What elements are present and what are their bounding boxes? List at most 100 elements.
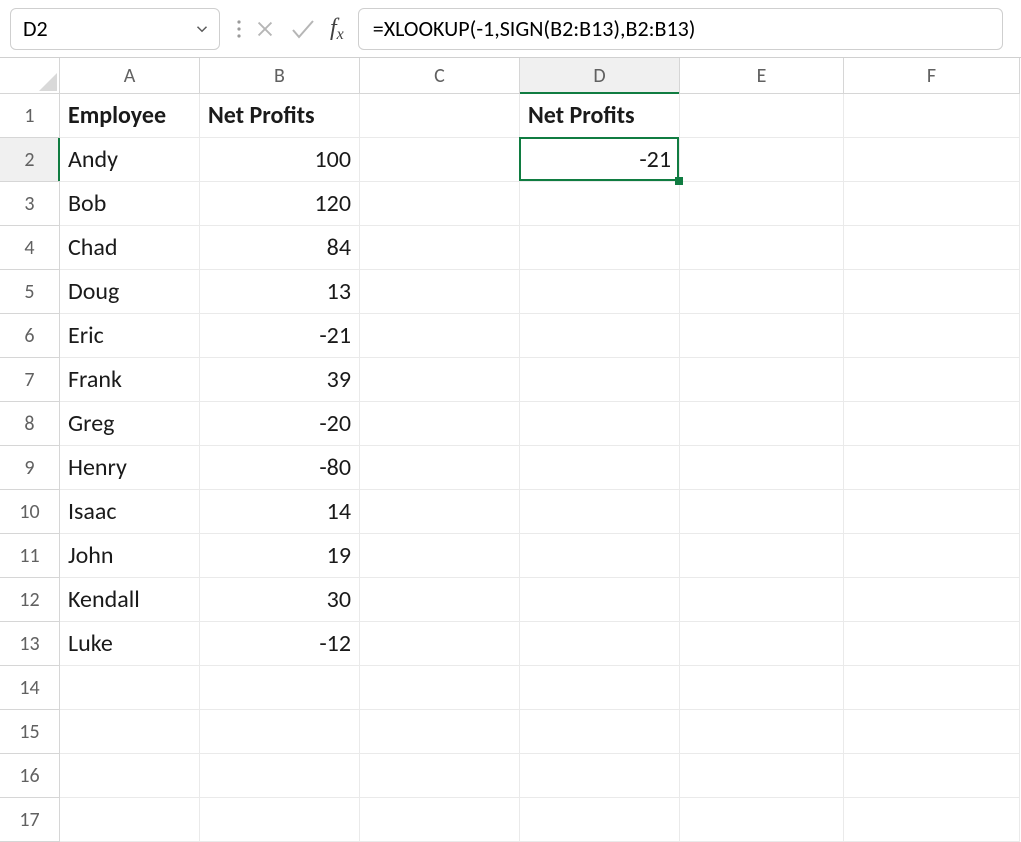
name-box-input[interactable] [23,15,173,42]
cell-F2[interactable] [844,138,1020,182]
cell-C15[interactable] [360,710,520,754]
cell-B14[interactable] [200,666,360,710]
fx-icon[interactable]: fx [330,15,344,42]
cell-F3[interactable] [844,182,1020,226]
cell-A5[interactable]: Doug [60,270,200,314]
col-header-C[interactable]: C [360,58,520,94]
cell-A15[interactable] [60,710,200,754]
cell-E10[interactable] [680,490,844,534]
row-header-15[interactable]: 15 [0,710,60,754]
cell-F15[interactable] [844,710,1020,754]
cell-E2[interactable] [680,138,844,182]
cell-C4[interactable] [360,226,520,270]
cell-C8[interactable] [360,402,520,446]
row-header-6[interactable]: 6 [0,314,60,358]
cell-A13[interactable]: Luke [60,622,200,666]
cell-E17[interactable] [680,798,844,842]
cell-B10[interactable]: 14 [200,490,360,534]
cell-B15[interactable] [200,710,360,754]
cell-C12[interactable] [360,578,520,622]
cell-B16[interactable] [200,754,360,798]
cell-F11[interactable] [844,534,1020,578]
row-header-4[interactable]: 4 [0,226,60,270]
cell-B13[interactable]: -12 [200,622,360,666]
grip-icon[interactable] [234,17,244,41]
cell-E13[interactable] [680,622,844,666]
cell-D11[interactable] [520,534,680,578]
cell-A7[interactable]: Frank [60,358,200,402]
cell-A2[interactable]: Andy [60,138,200,182]
row-header-14[interactable]: 14 [0,666,60,710]
cell-E6[interactable] [680,314,844,358]
cell-E14[interactable] [680,666,844,710]
cell-F5[interactable] [844,270,1020,314]
cell-A11[interactable]: John [60,534,200,578]
fill-handle[interactable] [675,177,683,185]
cell-A1[interactable]: Employee [60,94,200,138]
cell-A12[interactable]: Kendall [60,578,200,622]
cell-E12[interactable] [680,578,844,622]
cell-B2[interactable]: 100 [200,138,360,182]
cell-A16[interactable] [60,754,200,798]
row-header-8[interactable]: 8 [0,402,60,446]
cell-B17[interactable] [200,798,360,842]
row-header-1[interactable]: 1 [0,94,60,138]
row-header-9[interactable]: 9 [0,446,60,490]
cell-F13[interactable] [844,622,1020,666]
cell-E16[interactable] [680,754,844,798]
cell-D4[interactable] [520,226,680,270]
row-header-16[interactable]: 16 [0,754,60,798]
col-header-B[interactable]: B [200,58,360,94]
cell-B8[interactable]: -20 [200,402,360,446]
col-header-F[interactable]: F [844,58,1020,94]
cell-D6[interactable] [520,314,680,358]
cell-D9[interactable] [520,446,680,490]
cell-B7[interactable]: 39 [200,358,360,402]
cell-B11[interactable]: 19 [200,534,360,578]
cell-C11[interactable] [360,534,520,578]
col-header-E[interactable]: E [680,58,844,94]
cell-F12[interactable] [844,578,1020,622]
cell-D10[interactable] [520,490,680,534]
row-header-12[interactable]: 12 [0,578,60,622]
cell-D16[interactable] [520,754,680,798]
cell-A10[interactable]: Isaac [60,490,200,534]
col-header-A[interactable]: A [60,58,200,94]
cell-E11[interactable] [680,534,844,578]
cell-F8[interactable] [844,402,1020,446]
row-header-7[interactable]: 7 [0,358,60,402]
row-header-17[interactable]: 17 [0,798,60,842]
cell-A6[interactable]: Eric [60,314,200,358]
cell-A14[interactable] [60,666,200,710]
cell-C6[interactable] [360,314,520,358]
row-header-11[interactable]: 11 [0,534,60,578]
cell-A8[interactable]: Greg [60,402,200,446]
cell-B9[interactable]: -80 [200,446,360,490]
cell-A9[interactable]: Henry [60,446,200,490]
cell-F17[interactable] [844,798,1020,842]
cell-B3[interactable]: 120 [200,182,360,226]
select-all-corner[interactable] [0,58,60,94]
cell-C7[interactable] [360,358,520,402]
cell-D13[interactable] [520,622,680,666]
cell-E3[interactable] [680,182,844,226]
cell-E15[interactable] [680,710,844,754]
cell-C13[interactable] [360,622,520,666]
cell-D17[interactable] [520,798,680,842]
chevron-down-icon[interactable] [193,20,211,38]
cell-C10[interactable] [360,490,520,534]
cell-F10[interactable] [844,490,1020,534]
formula-input[interactable]: =XLOOKUP(-1,SIGN(B2:B13),B2:B13) [358,8,1003,50]
cell-E5[interactable] [680,270,844,314]
cell-D7[interactable] [520,358,680,402]
cell-C5[interactable] [360,270,520,314]
row-header-3[interactable]: 3 [0,182,60,226]
cell-D8[interactable] [520,402,680,446]
cell-A3[interactable]: Bob [60,182,200,226]
cell-D14[interactable] [520,666,680,710]
cell-C2[interactable] [360,138,520,182]
cell-F16[interactable] [844,754,1020,798]
cell-E1[interactable] [680,94,844,138]
cell-F6[interactable] [844,314,1020,358]
row-header-2[interactable]: 2 [0,138,60,182]
